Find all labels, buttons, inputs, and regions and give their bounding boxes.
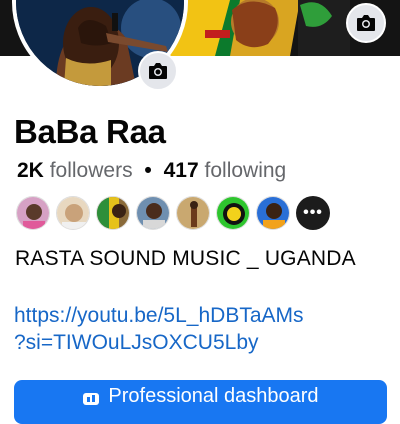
follower-avatar[interactable]: [256, 196, 290, 230]
followers-link[interactable]: 2K followers: [17, 159, 138, 182]
profile-link-line-1: https://youtu.be/5L_hDBTaAMs: [14, 304, 304, 327]
avatar-camera-button[interactable]: [138, 51, 178, 91]
profile-link[interactable]: https://youtu.be/5L_hDBTaAMs ?si=TIWOuLJ…: [14, 302, 394, 356]
stats-separator: •: [144, 159, 152, 182]
follower-avatar[interactable]: [176, 196, 210, 230]
camera-icon: [357, 15, 375, 31]
following-link[interactable]: 417 following: [164, 159, 287, 182]
more-followers-button[interactable]: •••: [296, 196, 330, 230]
professional-dashboard-label: Professional dashboard: [108, 385, 319, 407]
profile-link-line-2: ?si=TIWOuLJsOXCU5Lby: [14, 331, 259, 354]
profile-name: BaBa Raa: [14, 113, 166, 150]
profile-stats: 2K followers • 417 following: [17, 157, 286, 185]
followers-label: followers: [49, 159, 133, 182]
profile-bio: RASTA SOUND MUSIC _ UGANDA: [15, 247, 356, 270]
followers-count: 2K: [17, 159, 44, 182]
follower-avatar[interactable]: [136, 196, 170, 230]
follower-avatar[interactable]: [216, 196, 250, 230]
dashboard-icon: [82, 389, 100, 405]
follower-avatar[interactable]: [16, 196, 50, 230]
follower-avatar[interactable]: [56, 196, 90, 230]
professional-dashboard-button[interactable]: Professional dashboard: [14, 380, 387, 424]
following-label: following: [204, 159, 287, 182]
cover-camera-button[interactable]: [346, 3, 386, 43]
follower-avatar[interactable]: [96, 196, 130, 230]
following-count: 417: [163, 159, 199, 182]
camera-icon: [149, 63, 167, 79]
